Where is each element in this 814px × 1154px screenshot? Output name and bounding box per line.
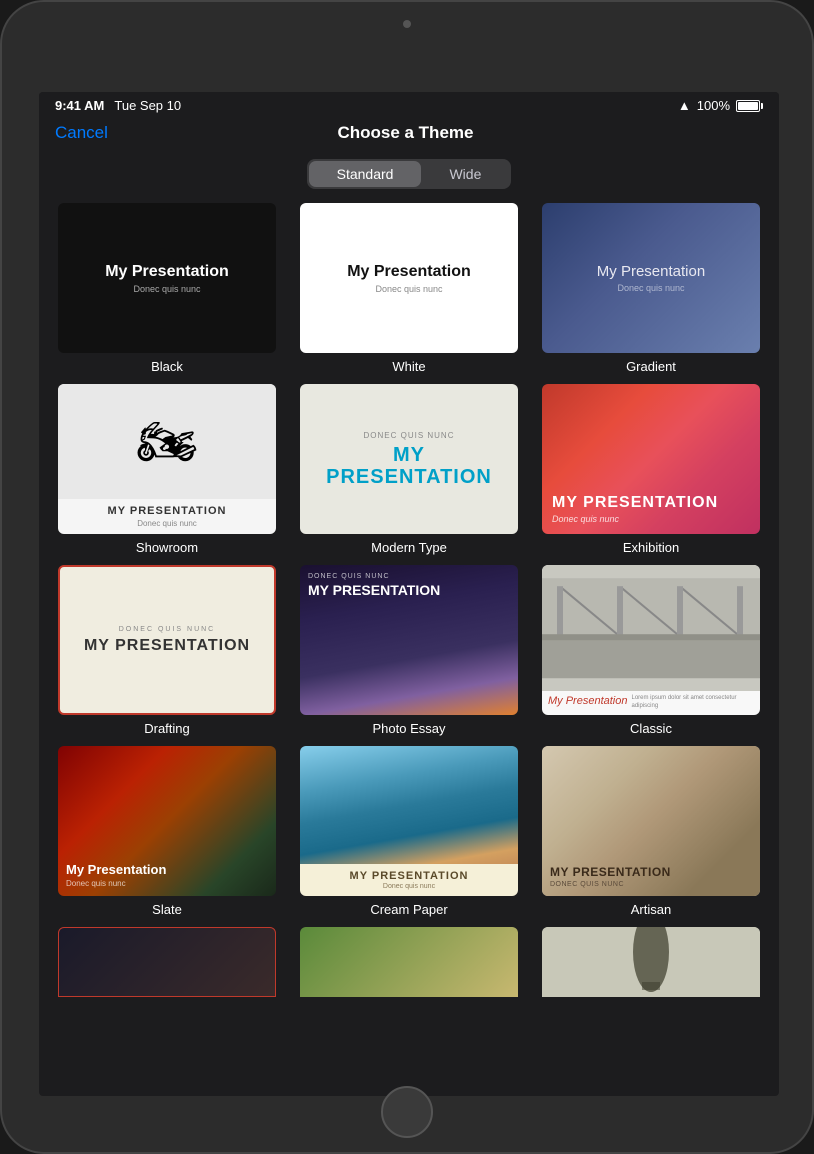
classic-title: My Presentation [548,695,627,707]
theme-item-exhibition[interactable]: MY PRESENTATION Donec quis nunc Exhibiti… [535,384,767,555]
theme-scroll-area[interactable]: My Presentation Donec quis nunc Black My… [39,203,779,1096]
battery-percentage: 100% [697,98,730,113]
showroom-title: MY PRESENTATION [66,505,268,517]
black-sub: Donec quis nunc [133,284,200,294]
theme-item-modern-type[interactable]: DONEC QUIS NUNC MY PRESENTATION Modern T… [293,384,525,555]
theme-thumb-partial-3 [542,927,760,997]
segment-wide[interactable]: Wide [421,161,509,187]
theme-item-partial-2[interactable] [293,927,525,997]
theme-label-exhibition: Exhibition [623,540,679,555]
battery-icon [736,100,763,112]
drafting-small: DONEC QUIS NUNC [119,626,216,633]
theme-label-artisan: Artisan [631,902,671,917]
theme-thumb-slate: My Presentation Donec quis nunc [58,746,276,896]
segment-control: Standard Wide [307,159,512,189]
theme-label-cream: Cream Paper [370,902,447,917]
cream-title: MY PRESENTATION [308,870,510,882]
modern-small: DONEC QUIS NUNC [363,431,454,440]
artisan-sub: DONEC QUIS NUNC [550,881,752,888]
exhibition-title: MY PRESENTATION [552,494,750,512]
white-title: My Presentation [347,263,471,281]
theme-thumb-photo: DONEC QUIS NUNC MY PRESENTATION [300,565,518,715]
status-date: Tue Sep 10 [114,98,181,113]
gradient-sub: Donec quis nunc [617,283,684,293]
classic-desc: Lorem ipsum dolor sit amet consectetur a… [631,695,754,711]
ipad-device: 9:41 AM Tue Sep 10 ▲ 100% Cancel Choose … [0,0,814,1154]
modern-title: MY PRESENTATION [310,444,508,488]
front-camera [403,20,411,28]
showroom-image-area: 🏍 [58,384,276,499]
theme-label-photo: Photo Essay [373,721,446,736]
theme-item-photo-essay[interactable]: DONEC QUIS NUNC MY PRESENTATION Photo Es… [293,565,525,736]
theme-item-slate[interactable]: My Presentation Donec quis nunc Slate [51,746,283,917]
theme-label-black: Black [151,359,183,374]
cancel-button[interactable]: Cancel [55,123,108,143]
theme-label-drafting: Drafting [144,721,190,736]
cream-sub: Donec quis nunc [308,883,510,890]
theme-thumb-drafting: DONEC QUIS NUNC MY PRESENTATION [58,565,276,715]
theme-label-showroom: Showroom [136,540,198,555]
theme-label-modern: Modern Type [371,540,447,555]
theme-thumb-black: My Presentation Donec quis nunc [58,203,276,353]
showroom-sub: Donec quis nunc [66,519,268,528]
theme-item-gradient[interactable]: My Presentation Donec quis nunc Gradient [535,203,767,374]
status-bar: 9:41 AM Tue Sep 10 ▲ 100% [39,92,779,119]
status-time: 9:41 AM [55,98,104,113]
segment-standard[interactable]: Standard [309,161,422,187]
theme-item-showroom[interactable]: 🏍 MY PRESENTATION Donec quis nunc Showro… [51,384,283,555]
drafting-title: MY PRESENTATION [84,637,250,655]
theme-thumb-showroom: 🏍 MY PRESENTATION Donec quis nunc [58,384,276,534]
theme-thumb-exhibition: MY PRESENTATION Donec quis nunc [542,384,760,534]
photo-small: DONEC QUIS NUNC [308,573,510,580]
theme-item-artisan[interactable]: MY PRESENTATION DONEC QUIS NUNC Artisan [535,746,767,917]
theme-label-slate: Slate [152,902,182,917]
theme-thumb-modern: DONEC QUIS NUNC MY PRESENTATION [300,384,518,534]
theme-item-partial-3[interactable] [535,927,767,997]
home-button[interactable] [381,1086,433,1138]
gradient-title: My Presentation [597,263,705,280]
photo-title: MY PRESENTATION [308,582,510,598]
theme-thumb-classic: My Presentation Lorem ipsum dolor sit am… [542,565,760,715]
theme-item-cream-paper[interactable]: MY PRESENTATION Donec quis nunc Cream Pa… [293,746,525,917]
theme-item-drafting[interactable]: DONEC QUIS NUNC MY PRESENTATION Drafting [51,565,283,736]
theme-thumb-artisan: MY PRESENTATION DONEC QUIS NUNC [542,746,760,896]
theme-label-gradient: Gradient [626,359,676,374]
theme-thumb-partial-1 [58,927,276,997]
segment-control-wrap: Standard Wide [39,151,779,203]
theme-item-classic[interactable]: My Presentation Lorem ipsum dolor sit am… [535,565,767,736]
page-title: Choose a Theme [337,123,473,143]
theme-thumb-cream: MY PRESENTATION Donec quis nunc [300,746,518,896]
exhibition-sub: Donec quis nunc [552,514,750,524]
slate-sub: Donec quis nunc [66,879,268,888]
black-title: My Presentation [105,263,229,281]
theme-label-white: White [392,359,425,374]
theme-thumb-white: My Presentation Donec quis nunc [300,203,518,353]
theme-grid: My Presentation Donec quis nunc Black My… [51,203,767,997]
artisan-title: MY PRESENTATION [550,865,752,879]
white-sub: Donec quis nunc [375,284,442,294]
theme-thumb-partial-2 [300,927,518,997]
slate-title: My Presentation [66,862,268,877]
nav-bar: Cancel Choose a Theme [39,119,779,151]
wifi-icon: ▲ [678,98,691,113]
theme-item-partial-1[interactable] [51,927,283,997]
theme-item-black[interactable]: My Presentation Donec quis nunc Black [51,203,283,374]
theme-thumb-gradient: My Presentation Donec quis nunc [542,203,760,353]
theme-label-classic: Classic [630,721,672,736]
theme-item-white[interactable]: My Presentation Donec quis nunc White [293,203,525,374]
screen: 9:41 AM Tue Sep 10 ▲ 100% Cancel Choose … [39,92,779,1096]
